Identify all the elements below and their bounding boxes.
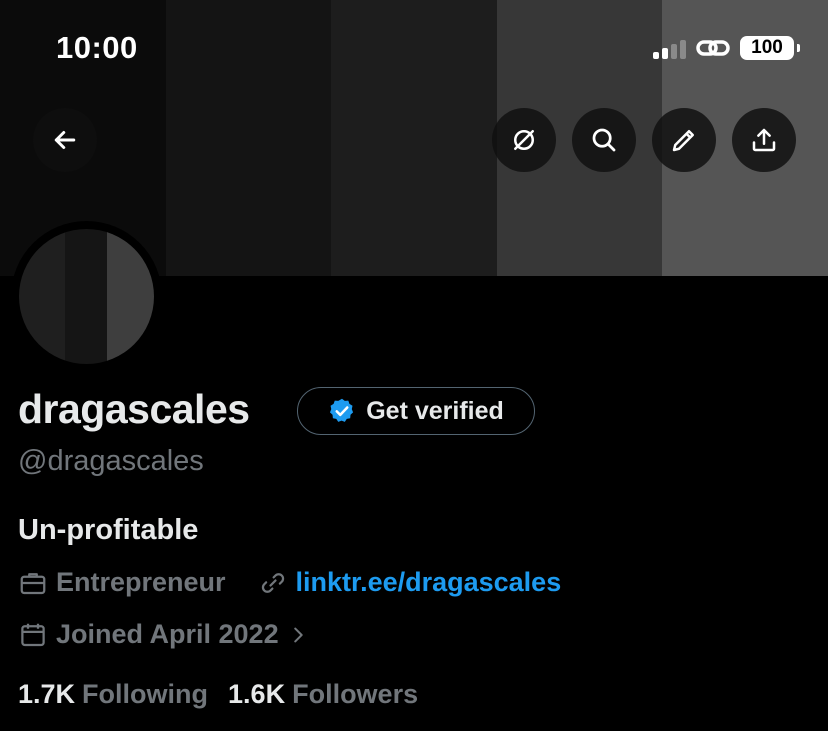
signal-icon [653,37,686,59]
get-verified-button[interactable]: Get verified [297,387,535,435]
profile-link[interactable]: linktr.ee/dragascales [296,567,562,598]
back-arrow-icon [54,131,76,149]
following-count: 1.7K [18,679,76,709]
search-button[interactable] [572,108,636,172]
banner-stripe [165,0,332,276]
followers-link[interactable]: 1.6K Followers [228,679,418,710]
avatar-image [19,229,154,364]
grok-button[interactable] [492,108,556,172]
share-icon [752,128,776,152]
search-icon [592,128,616,152]
bio: Un-profitable [18,514,199,546]
edit-icon [672,130,694,152]
display-name: dragascales [18,386,250,432]
link-icon [261,572,284,593]
followers-count: 1.6K [228,679,286,709]
back-button[interactable] [33,108,97,172]
joined-date: Joined April 2022 [56,619,279,649]
profile-meta-row: Entrepreneur linktr.ee/dragascales [18,567,561,598]
following-label: Following [82,679,209,709]
joined-date-row[interactable]: Joined April 2022 [18,619,317,650]
grok-icon [514,130,534,150]
follow-stats: 1.7K Following 1.6K Followers [18,679,418,710]
edit-button[interactable] [652,108,716,172]
status-indicators: 100 [653,36,800,60]
status-time: 10:00 [56,30,138,65]
following-link[interactable]: 1.7K Following [18,679,208,710]
share-button[interactable] [732,108,796,172]
banner-stripe [331,0,497,276]
followers-label: Followers [292,679,419,709]
verified-badge-icon [330,398,354,422]
chevron-right-icon [293,627,303,642]
profile-category: Entrepreneur [56,567,226,597]
avatar[interactable] [11,221,162,372]
battery-indicator: 100 [740,36,800,60]
get-verified-label: Get verified [366,396,504,425]
briefcase-icon [20,572,46,594]
user-handle: @dragascales [18,445,204,477]
wifi-icon [696,40,730,56]
calendar-icon [21,623,45,646]
